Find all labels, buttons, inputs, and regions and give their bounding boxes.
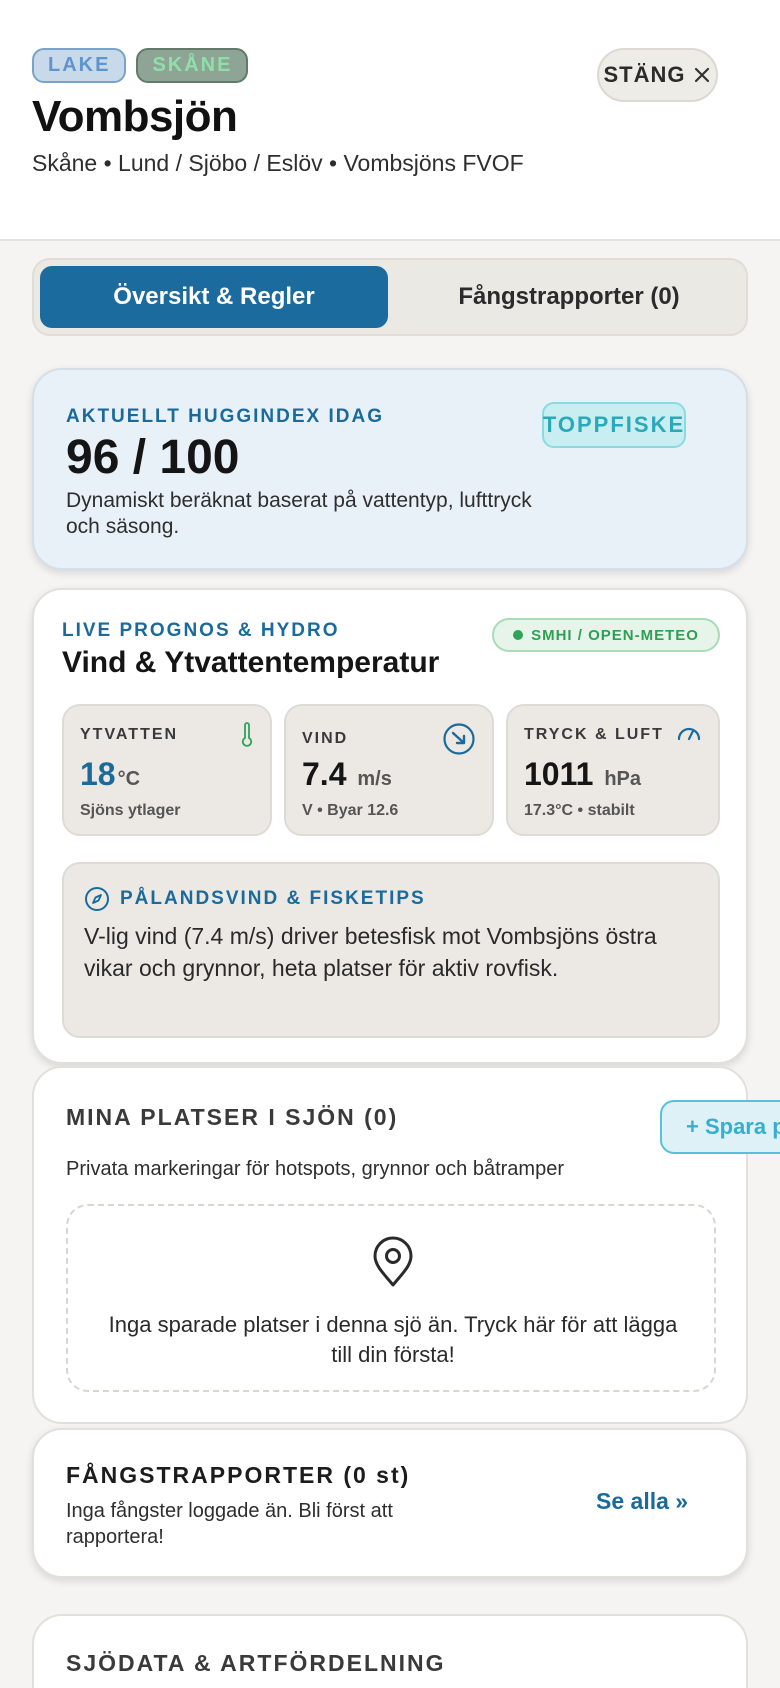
add-place-empty-state[interactable]: Inga sparade platser i denna sjö än. Try… xyxy=(66,1204,716,1392)
close-button[interactable]: STÄNG xyxy=(597,48,718,102)
lake-data-title: SJÖDATA & ARTFÖRDELNING xyxy=(66,1650,446,1676)
fishing-tip-header: PÅLANDSVIND & FISKETIPS xyxy=(84,886,426,912)
stat-sub: 17.3°C • stabilt xyxy=(524,802,635,819)
catch-reports-card: FÅNGSTRAPPORTER (0 st) Inga fångster log… xyxy=(32,1428,748,1578)
gauge-icon xyxy=(677,727,701,741)
stat-label: VIND xyxy=(302,730,349,747)
bite-index-value: 96 / 100 xyxy=(66,431,240,484)
stat-value: 18 °C xyxy=(80,756,141,792)
stat-label: YTVATTEN xyxy=(80,726,179,743)
lake-header: LAKE SKÅNE STÄNG Vombsjön Skåne • Lund /… xyxy=(0,0,780,241)
catch-title: FÅNGSTRAPPORTER (0 st) xyxy=(66,1462,411,1488)
stat-sub: V • Byar 12.6 xyxy=(302,802,399,819)
weather-label: LIVE PROGNOS & HYDRO xyxy=(62,620,340,641)
lake-subtitle: Skåne • Lund / Sjöbo / Eslöv • Vombsjöns… xyxy=(32,150,524,176)
close-label: STÄNG xyxy=(603,62,686,87)
stat-label: TRYCK & LUFT xyxy=(524,726,664,743)
stat-wind: VIND 7.4 m/s V • Byar 12.6 xyxy=(284,704,494,836)
type-badge: LAKE xyxy=(32,48,127,83)
stat-value: 1011 hPa xyxy=(524,756,641,792)
weather-card: LIVE PROGNOS & HYDRO Vind & Ytvattentemp… xyxy=(32,588,748,1064)
see-all-link[interactable]: Se alla » xyxy=(596,1488,688,1515)
weather-title: Vind & Ytvattentemperatur xyxy=(62,646,440,679)
source-badge: SMHI / OPEN-METEO xyxy=(492,618,720,652)
stat-pressure: TRYCK & LUFT 1011 hPa 17.3°C • stabilt xyxy=(506,704,720,836)
compass-icon xyxy=(85,887,109,911)
tab-catch-reports[interactable]: Fångstrapporter (0) xyxy=(396,266,742,328)
stat-sub: Sjöns ytlager xyxy=(80,802,181,819)
my-places-card: MINA PLATSER I SJÖN (0) Privata markerin… xyxy=(32,1066,748,1424)
tab-overview[interactable]: Översikt & Regler xyxy=(40,266,388,328)
bite-index-card: AKTUELLT HUGGINDEX IDAG 96 / 100 Dynamis… xyxy=(32,368,748,570)
lake-data-card: SJÖDATA & ARTFÖRDELNING xyxy=(32,1614,748,1688)
lake-title: Vombsjön xyxy=(32,92,238,141)
fishing-tip-box: PÅLANDSVIND & FISKETIPS V-lig vind (7.4 … xyxy=(62,862,720,1038)
thermometer-icon xyxy=(241,722,253,747)
region-badge: SKÅNE xyxy=(136,48,249,83)
fishing-tip-text: V-lig vind (7.4 m/s) driver betesfisk mo… xyxy=(84,923,657,981)
live-dot-icon xyxy=(513,630,524,640)
badge-row: LAKE SKÅNE xyxy=(32,48,249,83)
places-title: MINA PLATSER I SJÖN (0) xyxy=(66,1104,399,1130)
stat-water-temp: YTVATTEN 18 °C Sjöns ytlager xyxy=(62,704,272,836)
fishing-tip-title: PÅLANDSVIND & FISKETIPS xyxy=(120,888,426,909)
map-pin-icon xyxy=(373,1236,413,1287)
wind-direction-icon xyxy=(443,723,475,755)
empty-state-text: Inga sparade platser i denna sjö än. Try… xyxy=(108,1312,678,1367)
bite-status-badge: TOPPFISKE xyxy=(542,402,686,448)
places-description: Privata markeringar för hotspots, grynno… xyxy=(66,1158,564,1180)
tab-bar: Översikt & Regler Fångstrapporter (0) xyxy=(32,258,748,336)
catch-description: Inga fångster loggade än. Bli först att … xyxy=(66,1500,393,1548)
close-icon xyxy=(694,67,709,83)
source-label: SMHI / OPEN-METEO xyxy=(531,626,699,644)
bite-index-label: AKTUELLT HUGGINDEX IDAG xyxy=(66,406,384,427)
stat-value: 7.4 m/s xyxy=(302,756,392,792)
bite-index-description: Dynamiskt beräknat baserat på vattentyp,… xyxy=(66,489,532,538)
